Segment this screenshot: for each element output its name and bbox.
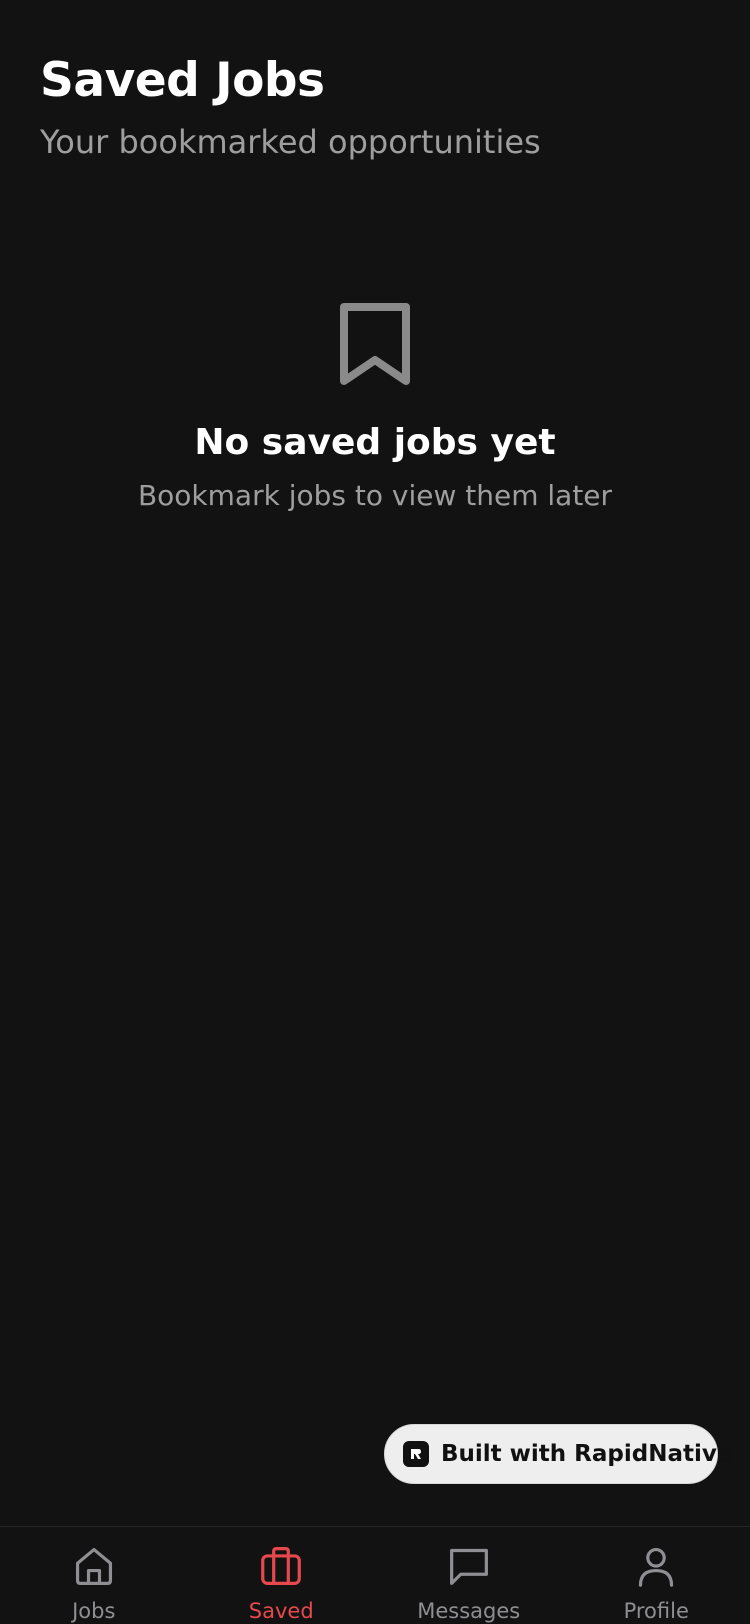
bookmark-icon <box>340 303 410 385</box>
tab-label: Messages <box>417 1599 521 1623</box>
badge-label: Built with RapidNative <box>441 1441 733 1467</box>
page-header: Saved Jobs Your bookmarked opportunities <box>40 48 710 164</box>
page-subtitle: Your bookmarked opportunities <box>40 123 541 161</box>
tab-label: Profile <box>623 1599 689 1623</box>
page-title: Saved Jobs <box>40 53 325 108</box>
briefcase-icon <box>261 1547 302 1585</box>
tab-label: Jobs <box>72 1599 116 1623</box>
rapidnative-logo-icon <box>403 1441 429 1467</box>
tab-jobs[interactable]: Jobs <box>0 1527 188 1624</box>
built-with-badge[interactable]: Built with RapidNative <box>384 1424 732 1484</box>
empty-state: No saved jobs yet Bookmark jobs to view … <box>0 300 750 516</box>
message-icon <box>449 1548 488 1585</box>
tab-messages[interactable]: Messages <box>375 1527 563 1624</box>
tab-profile[interactable]: Profile <box>563 1527 750 1624</box>
bottom-tab-bar: Jobs Saved Messages Profile <box>0 1526 750 1624</box>
user-icon <box>639 1547 674 1587</box>
tab-saved[interactable]: Saved <box>188 1527 376 1624</box>
saved-jobs-screen: Saved Jobs Your bookmarked opportunities… <box>0 0 750 1624</box>
home-icon <box>75 1547 112 1585</box>
tab-label: Saved <box>248 1599 314 1623</box>
empty-state-message: Bookmark jobs to view them later <box>137 479 613 512</box>
empty-state-title: No saved jobs yet <box>194 422 556 463</box>
